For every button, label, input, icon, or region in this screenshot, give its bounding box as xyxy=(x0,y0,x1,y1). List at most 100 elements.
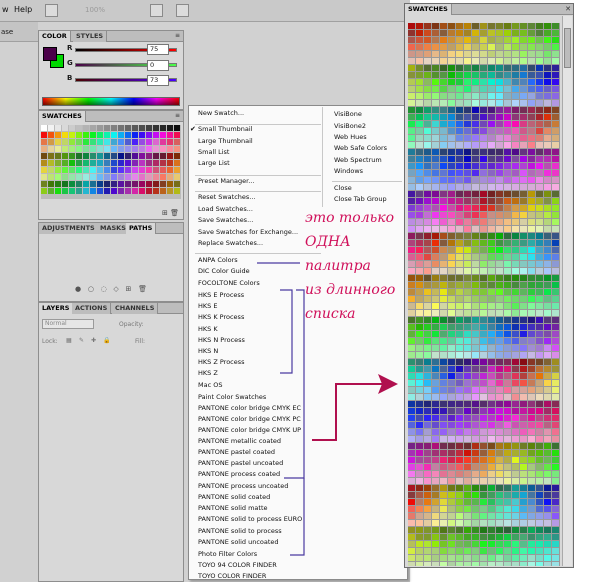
swatch-cell[interactable] xyxy=(83,153,89,159)
swatch-cell[interactable] xyxy=(432,86,439,92)
swatch-cell[interactable] xyxy=(528,450,535,456)
swatch-cell[interactable] xyxy=(424,366,431,372)
swatch-cell[interactable] xyxy=(504,387,511,393)
swatch-cell[interactable] xyxy=(424,450,431,456)
swatch-cell[interactable] xyxy=(424,373,431,379)
swatch-cell[interactable] xyxy=(544,429,551,435)
swatch-cell[interactable] xyxy=(552,198,559,204)
swatch-cell[interactable] xyxy=(520,464,527,470)
swatch-cell[interactable] xyxy=(528,436,535,442)
swatch-cell[interactable] xyxy=(408,226,415,232)
swatch-cell[interactable] xyxy=(132,174,138,180)
swatch-cell[interactable] xyxy=(472,429,479,435)
swatch-cell[interactable] xyxy=(104,188,110,194)
swatch-cell[interactable] xyxy=(456,534,463,540)
swatch-cell[interactable] xyxy=(480,464,487,470)
swatch-cell[interactable] xyxy=(408,548,415,554)
swatch-cell[interactable] xyxy=(552,492,559,498)
swatch-cell[interactable] xyxy=(528,352,535,358)
swatch-cell[interactable] xyxy=(432,184,439,190)
swatch-cell[interactable] xyxy=(536,51,543,57)
swatch-cell[interactable] xyxy=(416,534,423,540)
swatch-cell[interactable] xyxy=(536,366,543,372)
swatch-cell[interactable] xyxy=(536,492,543,498)
swatch-cell[interactable] xyxy=(440,128,447,134)
swatch-cell[interactable] xyxy=(536,107,543,113)
swatch-cell[interactable] xyxy=(118,188,124,194)
swatch-cell[interactable] xyxy=(480,51,487,57)
swatch-cell[interactable] xyxy=(512,289,519,295)
menu-item[interactable]: HKS K Process xyxy=(198,313,244,322)
swatch-cell[interactable] xyxy=(528,23,535,29)
swatch-cell[interactable] xyxy=(464,282,471,288)
swatch-cell[interactable] xyxy=(69,146,75,152)
swatch-cell[interactable] xyxy=(480,212,487,218)
swatch-cell[interactable] xyxy=(432,310,439,316)
swatch-cell[interactable] xyxy=(520,114,527,120)
swatch-cell[interactable] xyxy=(111,181,117,187)
swatch-cell[interactable] xyxy=(464,485,471,491)
swatch-cell[interactable] xyxy=(552,23,559,29)
swatch-cell[interactable] xyxy=(544,548,551,554)
swatch-cell[interactable] xyxy=(456,261,463,267)
swatch-cell[interactable] xyxy=(97,160,103,166)
swatch-cell[interactable] xyxy=(496,170,503,176)
swatch-cell[interactable] xyxy=(432,380,439,386)
swatch-cell[interactable] xyxy=(48,181,54,187)
swatch-cell[interactable] xyxy=(440,485,447,491)
swatch-cell[interactable] xyxy=(62,139,68,145)
swatch-cell[interactable] xyxy=(520,373,527,379)
swatch-cell[interactable] xyxy=(536,44,543,50)
swatch-cell[interactable] xyxy=(504,107,511,113)
swatch-cell[interactable] xyxy=(544,79,551,85)
swatch-cell[interactable] xyxy=(456,65,463,71)
swatch-cell[interactable] xyxy=(536,457,543,463)
swatch-cell[interactable] xyxy=(432,51,439,57)
swatch-cell[interactable] xyxy=(472,331,479,337)
swatch-cell[interactable] xyxy=(536,149,543,155)
swatch-cell[interactable] xyxy=(488,499,495,505)
swatch-cell[interactable] xyxy=(496,373,503,379)
swatch-cell[interactable] xyxy=(432,478,439,484)
swatch-cell[interactable] xyxy=(456,359,463,365)
swatch-cell[interactable] xyxy=(472,30,479,36)
swatch-cell[interactable] xyxy=(544,163,551,169)
swatch-cell[interactable] xyxy=(520,128,527,134)
swatch-cell[interactable] xyxy=(464,471,471,477)
swatch-cell[interactable] xyxy=(472,457,479,463)
swatch-cell[interactable] xyxy=(512,527,519,533)
swatch-cell[interactable] xyxy=(448,296,455,302)
swatch-cell[interactable] xyxy=(139,167,145,173)
swatch-cell[interactable] xyxy=(160,132,166,138)
swatch-cell[interactable] xyxy=(408,506,415,512)
swatch-cell[interactable] xyxy=(536,142,543,148)
swatch-cell[interactable] xyxy=(432,65,439,71)
swatch-cell[interactable] xyxy=(480,499,487,505)
swatch-cell[interactable] xyxy=(55,132,61,138)
swatch-cell[interactable] xyxy=(472,240,479,246)
swatch-cell[interactable] xyxy=(504,37,511,43)
swatch-cell[interactable] xyxy=(512,373,519,379)
swatch-cell[interactable] xyxy=(536,268,543,274)
swatch-cell[interactable] xyxy=(416,485,423,491)
swatch-cell[interactable] xyxy=(480,107,487,113)
swatch-cell[interactable] xyxy=(536,205,543,211)
swatch-cell[interactable] xyxy=(440,177,447,183)
swatch-cell[interactable] xyxy=(480,282,487,288)
swatch-cell[interactable] xyxy=(552,401,559,407)
swatch-cell[interactable] xyxy=(536,156,543,162)
swatch-cell[interactable] xyxy=(424,422,431,428)
swatch-cell[interactable] xyxy=(552,79,559,85)
swatch-cell[interactable] xyxy=(408,492,415,498)
swatch-cell[interactable] xyxy=(488,142,495,148)
swatch-cell[interactable] xyxy=(416,317,423,323)
swatch-cell[interactable] xyxy=(472,478,479,484)
swatch-cell[interactable] xyxy=(552,429,559,435)
swatch-cell[interactable] xyxy=(512,317,519,323)
swatch-cell[interactable] xyxy=(504,212,511,218)
swatch-cell[interactable] xyxy=(536,261,543,267)
swatch-cell[interactable] xyxy=(111,188,117,194)
swatch-cell[interactable] xyxy=(504,303,511,309)
swatch-cell[interactable] xyxy=(62,125,68,131)
swatch-cell[interactable] xyxy=(432,296,439,302)
